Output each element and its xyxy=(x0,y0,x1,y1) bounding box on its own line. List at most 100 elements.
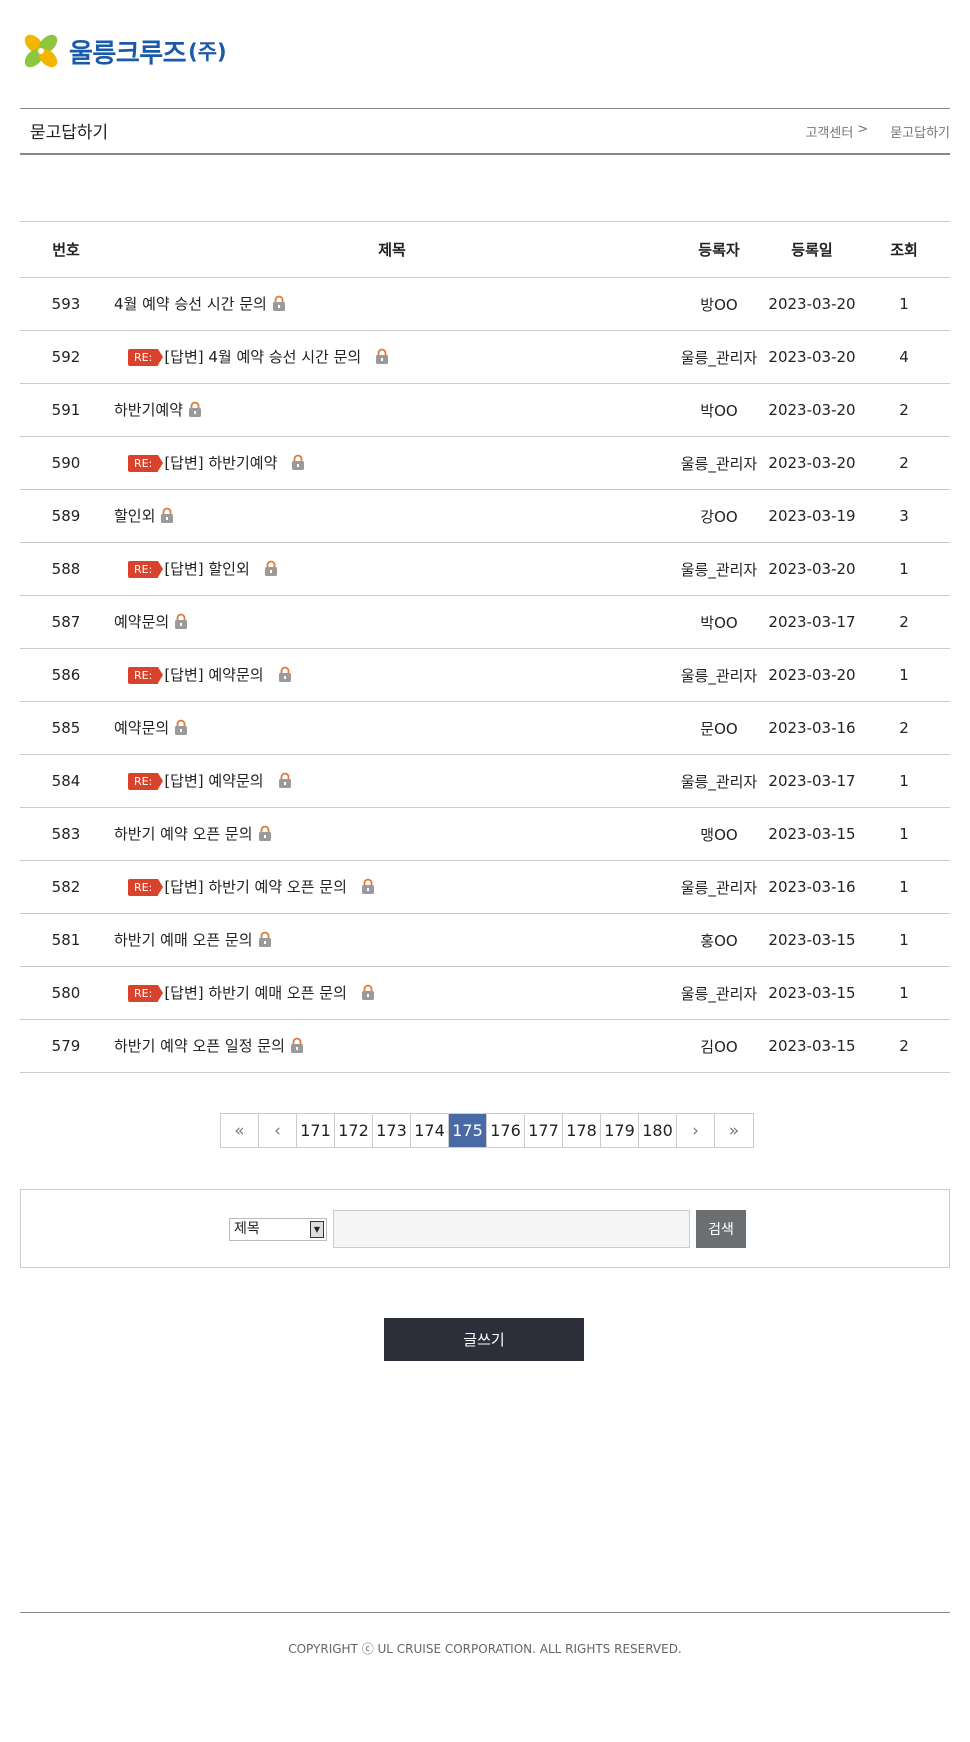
post-subject-cell[interactable]: RE: [답변] 하반기 예약 오픈 문의 xyxy=(112,860,672,914)
post-date: 2023-03-16 xyxy=(766,701,858,755)
prev-page-button[interactable]: ‹ xyxy=(259,1114,297,1147)
page-link-current[interactable]: 175 xyxy=(449,1114,487,1147)
post-subject-link[interactable]: 예약문의 xyxy=(114,719,169,737)
post-author: 울릉_관리자 xyxy=(672,648,766,702)
page-link[interactable]: 172 xyxy=(335,1114,373,1147)
table-row[interactable]: 588 RE: [답변] 할인외 울릉_관리자 2023-03-20 1 xyxy=(20,542,950,596)
breadcrumb-item-qna[interactable]: 묻고답하기 xyxy=(890,122,950,141)
post-subject-cell[interactable]: 4월 예약 승선 시간 문의 xyxy=(112,277,672,331)
post-subject-cell[interactable]: 하반기예약 xyxy=(112,383,672,437)
post-author: 문OO xyxy=(672,701,766,755)
post-date: 2023-03-17 xyxy=(766,595,858,649)
table-row[interactable]: 587 예약문의 박OO 2023-03-17 2 xyxy=(20,595,950,649)
table-row[interactable]: 584 RE: [답변] 예약문의 울릉_관리자 2023-03-17 1 xyxy=(20,754,950,808)
post-number: 583 xyxy=(20,807,112,861)
last-page-button[interactable]: » xyxy=(715,1114,753,1147)
table-row[interactable]: 582 RE: [답변] 하반기 예약 오픈 문의 울릉_관리자 2023-03-16 1 xyxy=(20,860,950,914)
post-subject-link[interactable]: [답변] 예약문의 xyxy=(164,772,263,790)
post-date: 2023-03-20 xyxy=(766,542,858,596)
page-link[interactable]: 171 xyxy=(297,1114,335,1147)
lock-icon xyxy=(258,931,272,951)
post-date: 2023-03-15 xyxy=(766,1019,858,1073)
post-subject-cell[interactable]: RE: [답변] 예약문의 xyxy=(112,754,672,808)
column-header-date: 등록일 xyxy=(766,221,858,278)
post-subject-link[interactable]: 하반기 예약 오픈 문의 xyxy=(114,825,253,843)
table-row[interactable]: 586 RE: [답변] 예약문의 울릉_관리자 2023-03-20 1 xyxy=(20,648,950,702)
post-subject-link[interactable]: 하반기 예매 오픈 문의 xyxy=(114,931,253,949)
table-body: 593 4월 예약 승선 시간 문의 방OO 2023-03-20 1 592 RE: [답변… xyxy=(20,277,950,1073)
post-views: 1 xyxy=(858,966,950,1020)
write-post-button[interactable]: 글쓰기 xyxy=(384,1318,584,1361)
search-field-select[interactable]: 제목 ▼ xyxy=(229,1218,327,1241)
page-link[interactable]: 178 xyxy=(563,1114,601,1147)
post-views: 1 xyxy=(858,754,950,808)
table-row[interactable]: 585 예약문의 문OO 2023-03-16 2 xyxy=(20,701,950,755)
table-row[interactable]: 590 RE: [답변] 하반기예약 울릉_관리자 2023-03-20 2 xyxy=(20,436,950,490)
post-subject-cell[interactable]: RE: [답변] 하반기 예매 오픈 문의 xyxy=(112,966,672,1020)
post-subject-link[interactable]: 하반기예약 xyxy=(114,401,183,419)
breadcrumb: 고객센터 > 묻고답하기 xyxy=(805,122,950,141)
page-link[interactable]: 176 xyxy=(487,1114,525,1147)
table-row[interactable]: 589 할인외 강OO 2023-03-19 3 xyxy=(20,489,950,543)
post-subject-cell[interactable]: 하반기 예약 오픈 문의 xyxy=(112,807,672,861)
table-row[interactable]: 581 하반기 예매 오픈 문의 홍OO 2023-03-15 1 xyxy=(20,913,950,967)
table-row[interactable]: 583 하반기 예약 오픈 문의 맹OO 2023-03-15 1 xyxy=(20,807,950,861)
post-subject-cell[interactable]: RE: [답변] 4월 예약 승선 시간 문의 xyxy=(112,330,672,384)
post-subject-cell[interactable]: RE: [답변] 예약문의 xyxy=(112,648,672,702)
page-link[interactable]: 174 xyxy=(411,1114,449,1147)
page-link[interactable]: 173 xyxy=(373,1114,411,1147)
lock-icon xyxy=(361,878,375,898)
post-subject-cell[interactable]: 예약문의 xyxy=(112,701,672,755)
post-subject-link[interactable]: [답변] 하반기 예매 오픈 문의 xyxy=(164,984,347,1002)
table-row[interactable]: 593 4월 예약 승선 시간 문의 방OO 2023-03-20 1 xyxy=(20,277,950,331)
lock-icon xyxy=(278,666,292,686)
lock-icon xyxy=(258,825,272,845)
post-author: 맹OO xyxy=(672,807,766,861)
post-views: 1 xyxy=(858,913,950,967)
post-subject-link[interactable]: [답변] 할인외 xyxy=(164,560,249,578)
post-number: 586 xyxy=(20,648,112,702)
column-header-number: 번호 xyxy=(20,221,112,278)
post-subject-cell[interactable]: 하반기 예매 오픈 문의 xyxy=(112,913,672,967)
search-button[interactable]: 검색 xyxy=(696,1210,746,1248)
reply-badge: RE: xyxy=(128,349,164,366)
post-subject-cell[interactable]: RE: [답변] 할인외 xyxy=(112,542,672,596)
post-subject-cell[interactable]: 할인외 xyxy=(112,489,672,543)
reply-badge: RE: xyxy=(128,773,164,790)
post-subject-link[interactable]: 예약문의 xyxy=(114,613,169,631)
next-page-button[interactable]: › xyxy=(677,1114,715,1147)
post-subject-link[interactable]: [답변] 4월 예약 승선 시간 문의 xyxy=(164,348,361,366)
post-subject-cell[interactable]: 하반기 예약 오픈 일정 문의 xyxy=(112,1019,672,1073)
page-link[interactable]: 180 xyxy=(639,1114,677,1147)
post-views: 1 xyxy=(858,542,950,596)
post-subject-link[interactable]: [답변] 하반기 예약 오픈 문의 xyxy=(164,878,347,896)
post-number: 581 xyxy=(20,913,112,967)
post-author: 울릉_관리자 xyxy=(672,860,766,914)
dropdown-arrow-icon[interactable]: ▼ xyxy=(310,1221,324,1238)
site-logo[interactable]: 울릉크루즈 (주) xyxy=(20,30,227,72)
post-subject-link[interactable]: 4월 예약 승선 시간 문의 xyxy=(114,295,267,313)
search-input[interactable] xyxy=(333,1210,690,1248)
post-date: 2023-03-15 xyxy=(766,966,858,1020)
post-views: 1 xyxy=(858,648,950,702)
post-subject-link[interactable]: [답변] 하반기예약 xyxy=(164,454,277,472)
breadcrumb-item-customer-center[interactable]: 고객센터 xyxy=(805,122,853,141)
post-views: 1 xyxy=(858,860,950,914)
table-row[interactable]: 579 하반기 예약 오픈 일정 문의 김OO 2023-03-15 2 xyxy=(20,1019,950,1073)
post-subject-cell[interactable]: 예약문의 xyxy=(112,595,672,649)
page-link[interactable]: 177 xyxy=(525,1114,563,1147)
post-subject-link[interactable]: [답변] 예약문의 xyxy=(164,666,263,684)
first-page-button[interactable]: « xyxy=(221,1114,259,1147)
table-row[interactable]: 591 하반기예약 박OO 2023-03-20 2 xyxy=(20,383,950,437)
post-subject-link[interactable]: 할인외 xyxy=(114,507,155,525)
table-row[interactable]: 580 RE: [답변] 하반기 예매 오픈 문의 울릉_관리자 2023-03-15 1 xyxy=(20,966,950,1020)
post-date: 2023-03-20 xyxy=(766,648,858,702)
page-link[interactable]: 179 xyxy=(601,1114,639,1147)
qna-board-table: 번호 제목 등록자 등록일 조회 593 4월 예약 승선 시간 문의 방OO 202… xyxy=(20,221,950,1073)
post-subject-link[interactable]: 하반기 예약 오픈 일정 문의 xyxy=(114,1037,285,1055)
post-date: 2023-03-20 xyxy=(766,277,858,331)
post-subject-cell[interactable]: RE: [답변] 하반기예약 xyxy=(112,436,672,490)
post-views: 4 xyxy=(858,330,950,384)
post-date: 2023-03-20 xyxy=(766,436,858,490)
table-row[interactable]: 592 RE: [답변] 4월 예약 승선 시간 문의 울릉_관리자 2023-03-2… xyxy=(20,330,950,384)
